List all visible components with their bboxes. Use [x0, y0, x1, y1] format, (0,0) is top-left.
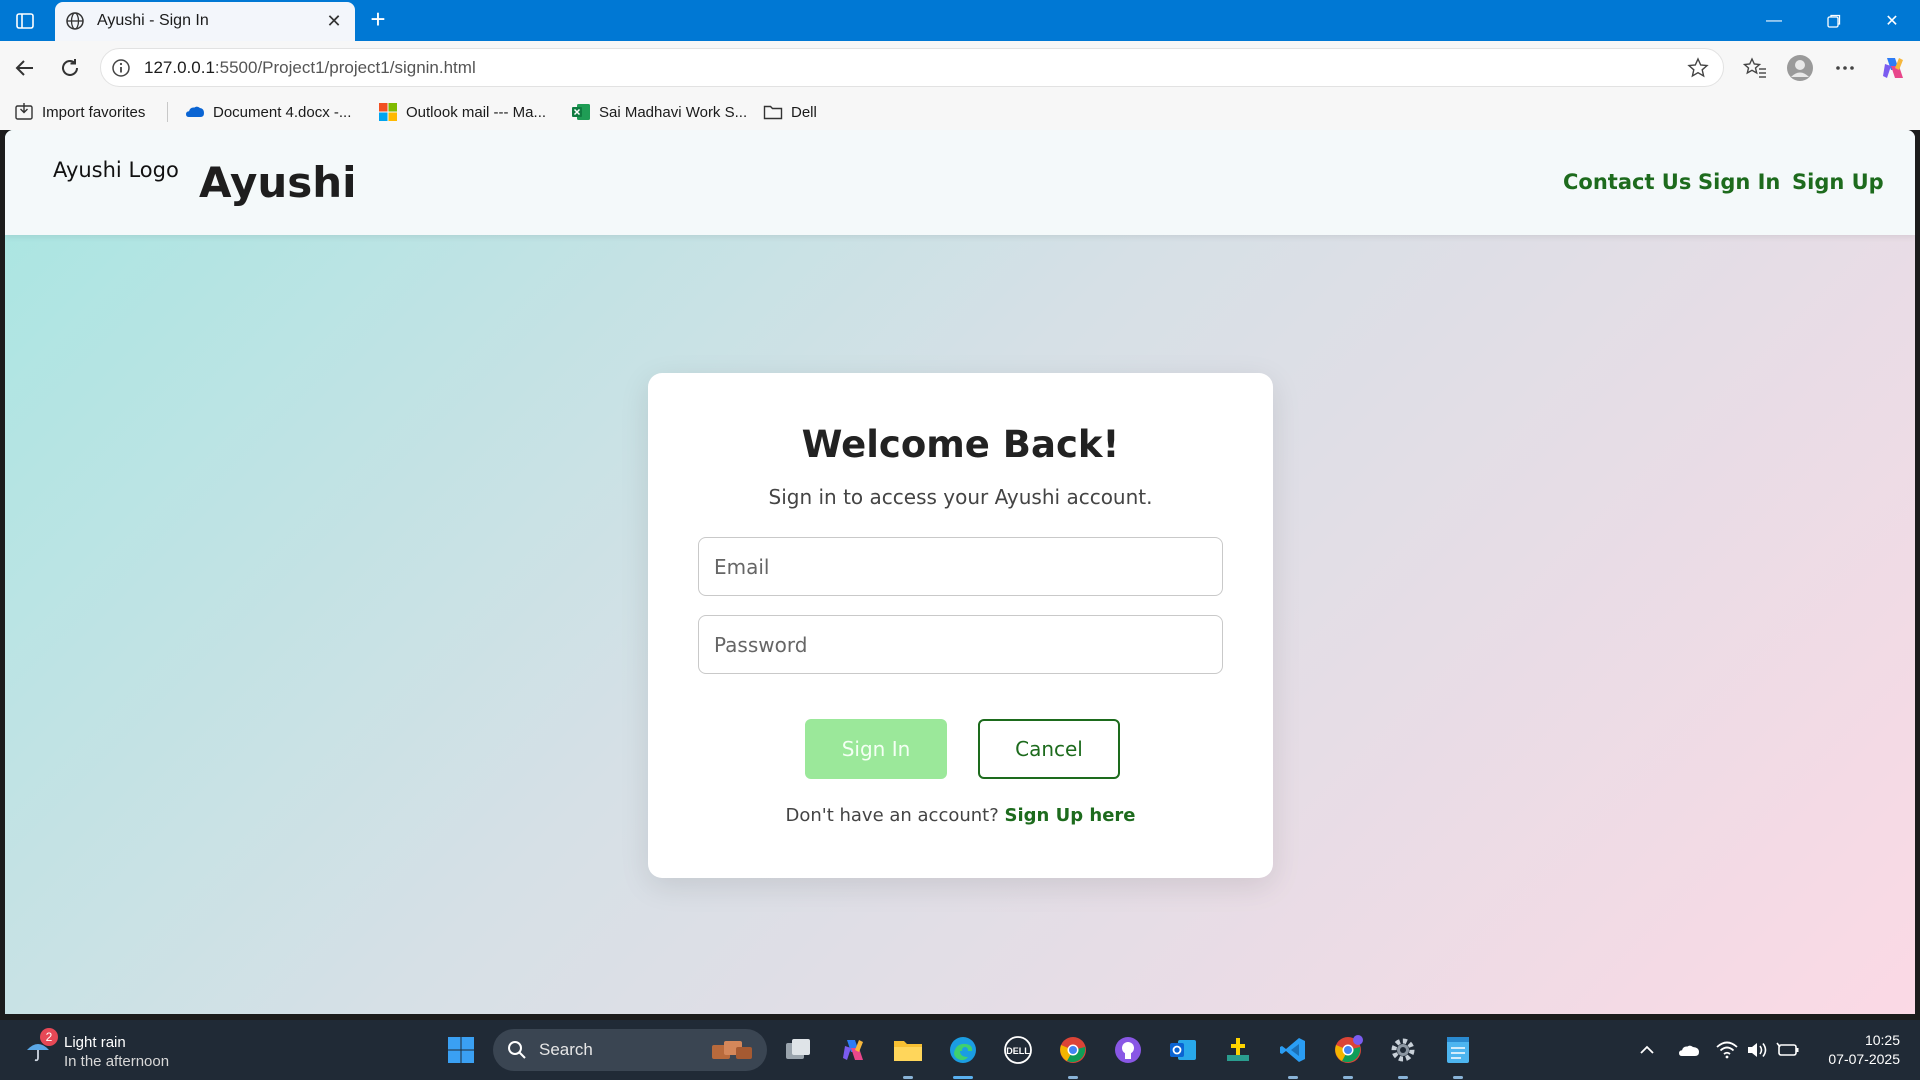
copilot-taskbar-icon[interactable] — [836, 1033, 870, 1067]
windows-start-icon[interactable] — [444, 1033, 478, 1067]
favorites-icon[interactable] — [1740, 53, 1770, 83]
favorite-import[interactable]: Import favorites — [14, 100, 145, 124]
nav-contact-us[interactable]: Contact Us — [1563, 170, 1691, 194]
signin-title: Welcome Back! — [801, 423, 1120, 466]
url-bar[interactable]: 127.0.0.1:5500/Project1/project1/signin.… — [100, 48, 1724, 87]
chrome-profile-icon[interactable] — [1056, 1033, 1090, 1067]
nav-sign-in[interactable]: Sign In — [1698, 170, 1780, 194]
restore-icon[interactable] — [1806, 0, 1862, 41]
taskbar-clock[interactable]: 10:25 07-07-2025 — [1828, 1031, 1900, 1069]
profile-avatar-icon[interactable] — [1785, 53, 1815, 83]
dell-icon[interactable]: DELL — [1001, 1033, 1035, 1067]
tab-title: Ayushi - Sign In — [97, 12, 209, 29]
page-viewport: Ayushi Logo Ayushi Contact Us Sign In Si… — [5, 130, 1915, 1014]
close-window-icon[interactable]: ✕ — [1864, 0, 1920, 41]
tab-active[interactable]: Ayushi - Sign In ✕ — [55, 2, 355, 41]
site-header: Ayushi Logo Ayushi Contact Us Sign In Si… — [5, 130, 1915, 235]
site-info-icon[interactable] — [111, 58, 131, 78]
back-icon[interactable] — [10, 53, 40, 83]
copilot-icon[interactable] — [1878, 53, 1908, 83]
search-label: Search — [539, 1040, 593, 1059]
weather-badge: 2 — [40, 1028, 58, 1046]
explorer-indicator — [903, 1076, 913, 1079]
microsoft-icon — [378, 102, 398, 122]
weather-title: Light rain — [64, 1034, 126, 1051]
chrome-indicator-2 — [1343, 1076, 1353, 1079]
onedrive-icon — [185, 102, 205, 122]
file-explorer-icon[interactable] — [891, 1033, 925, 1067]
signin-subtitle: Sign in to access your Ayushi account. — [768, 485, 1153, 509]
cancel-button[interactable]: Cancel — [978, 719, 1120, 779]
excel-icon — [571, 102, 591, 122]
battery-icon[interactable] — [1776, 1038, 1800, 1062]
signup-prompt: Don't have an account? Sign Up here — [648, 805, 1273, 826]
tab-actions-icon[interactable] — [10, 8, 40, 34]
signup-prompt-text: Don't have an account? — [785, 805, 999, 826]
favorites-divider — [167, 102, 168, 122]
svg-text:DELL: DELL — [1006, 1046, 1030, 1056]
github-icon[interactable] — [1111, 1033, 1145, 1067]
browser-titlebar: Ayushi - Sign In ✕ + — ✕ — [0, 0, 1920, 41]
new-tab-icon[interactable]: + — [364, 6, 392, 34]
favorite-dell-folder[interactable]: Dell — [763, 100, 817, 124]
settings-indicator — [1398, 1076, 1408, 1079]
taskbar: 2 Light rain In the afternoon Search DEL… — [0, 1020, 1920, 1080]
chrome-icon[interactable] — [1331, 1033, 1365, 1067]
import-icon — [14, 102, 34, 122]
notepad-icon[interactable] — [1441, 1033, 1475, 1067]
favorites-bar: Import favorites Document 4.docx -... Ou… — [0, 94, 1920, 130]
nav-sign-up[interactable]: Sign Up — [1792, 170, 1884, 194]
favorite-excel[interactable]: Sai Madhavi Work S... — [571, 100, 747, 124]
weather-widget[interactable]: 2 Light rain In the afternoon — [22, 1028, 202, 1072]
more-options-icon[interactable] — [1830, 53, 1860, 83]
edge-indicator — [953, 1076, 973, 1079]
close-tab-icon[interactable]: ✕ — [323, 10, 345, 32]
search-icon — [507, 1040, 527, 1060]
address-bar-row: 127.0.0.1:5500/Project1/project1/signin.… — [0, 41, 1920, 94]
weather-subtitle: In the afternoon — [64, 1053, 170, 1070]
globe-icon — [65, 11, 85, 31]
onedrive-tray-icon[interactable] — [1677, 1038, 1701, 1062]
favorite-star-icon[interactable] — [1687, 57, 1709, 79]
clock-time: 10:25 — [1864, 1032, 1900, 1048]
outlook-icon[interactable] — [1166, 1033, 1200, 1067]
show-hidden-icons[interactable] — [1635, 1038, 1659, 1062]
taskbar-search[interactable]: Search — [493, 1029, 767, 1071]
signup-link[interactable]: Sign Up here — [1005, 805, 1136, 826]
signin-button[interactable]: Sign In — [805, 719, 947, 779]
minimize-icon[interactable]: — — [1746, 0, 1802, 41]
vscode-icon[interactable] — [1276, 1033, 1310, 1067]
vscode-indicator — [1288, 1076, 1298, 1079]
clock-date: 07-07-2025 — [1828, 1051, 1900, 1067]
wifi-icon[interactable] — [1715, 1038, 1739, 1062]
notepad-indicator — [1453, 1076, 1463, 1079]
url-text: 127.0.0.1:5500/Project1/project1/signin.… — [144, 58, 476, 77]
brand-name: Ayushi — [199, 158, 357, 207]
signin-card: Welcome Back! Sign in to access your Ayu… — [648, 373, 1273, 878]
app-plus-icon[interactable] — [1221, 1033, 1255, 1067]
search-highlight-icon — [708, 1037, 756, 1063]
folder-icon — [763, 102, 783, 122]
favorite-outlook[interactable]: Outlook mail --- Ma... — [378, 100, 546, 124]
task-view-icon[interactable] — [781, 1033, 815, 1067]
logo-image: Ayushi Logo — [53, 158, 179, 182]
volume-icon[interactable] — [1745, 1038, 1769, 1062]
refresh-icon[interactable] — [55, 53, 85, 83]
edge-icon[interactable] — [946, 1033, 980, 1067]
email-field[interactable] — [698, 537, 1223, 596]
favorite-document[interactable]: Document 4.docx -... — [185, 100, 351, 124]
password-field[interactable] — [698, 615, 1223, 674]
settings-icon[interactable] — [1386, 1033, 1420, 1067]
chrome-indicator — [1068, 1076, 1078, 1079]
